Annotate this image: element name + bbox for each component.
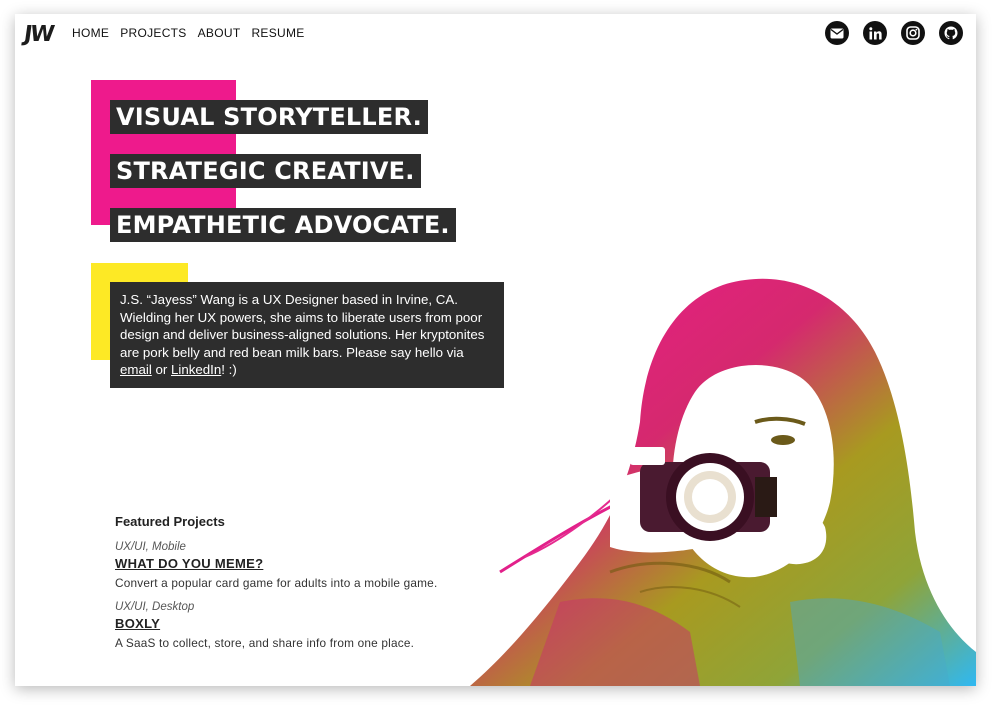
project-title-link[interactable]: WHAT DO YOU MEME? (115, 555, 263, 572)
project-description: Convert a popular card game for adults i… (115, 576, 438, 590)
page-frame: JW HOME PROJECTS ABOUT RESUME VISUAL STO… (15, 14, 976, 686)
project-title-link[interactable]: BOXLY (115, 615, 160, 632)
headline-empathetic-advocate: EMPATHETIC ADVOCATE. (110, 208, 456, 242)
main-nav: HOME PROJECTS ABOUT RESUME (72, 26, 305, 40)
featured-projects: Featured Projects UX/UI, Mobile WHAT DO … (115, 514, 515, 659)
github-icon[interactable] (939, 21, 963, 45)
portrait-photo (470, 278, 976, 686)
email-icon[interactable] (825, 21, 849, 45)
headline-strategic-creative: STRATEGIC CREATIVE. (110, 154, 421, 188)
social-links (825, 21, 963, 45)
logo[interactable]: JW (22, 22, 54, 47)
nav-about[interactable]: ABOUT (198, 26, 241, 40)
project-description: A SaaS to collect, store, and share info… (115, 636, 415, 650)
project-item: UX/UI, Desktop BOXLY A SaaS to collect, … (115, 599, 515, 651)
headline-visual-storyteller: VISUAL STORYTELLER. (110, 100, 428, 134)
nav-resume[interactable]: RESUME (251, 26, 304, 40)
project-item: UX/UI, Mobile WHAT DO YOU MEME? Convert … (115, 539, 515, 591)
featured-heading: Featured Projects (115, 514, 225, 529)
project-category: UX/UI, Desktop (115, 601, 195, 613)
nav-home[interactable]: HOME (72, 26, 109, 40)
project-category: UX/UI, Mobile (115, 541, 186, 553)
nav-projects[interactable]: PROJECTS (120, 26, 186, 40)
email-link[interactable]: email (120, 362, 152, 377)
instagram-icon[interactable] (901, 21, 925, 45)
linkedin-link[interactable]: LinkedIn (171, 362, 221, 377)
linkedin-icon[interactable] (863, 21, 887, 45)
bio-middle: or (151, 362, 171, 378)
bio-text: J.S. “Jayess” Wang is a UX Designer base… (110, 282, 504, 388)
bio-end: ! :) (221, 362, 237, 378)
bio-intro: J.S. “Jayess” Wang is a UX Designer base… (120, 292, 485, 360)
